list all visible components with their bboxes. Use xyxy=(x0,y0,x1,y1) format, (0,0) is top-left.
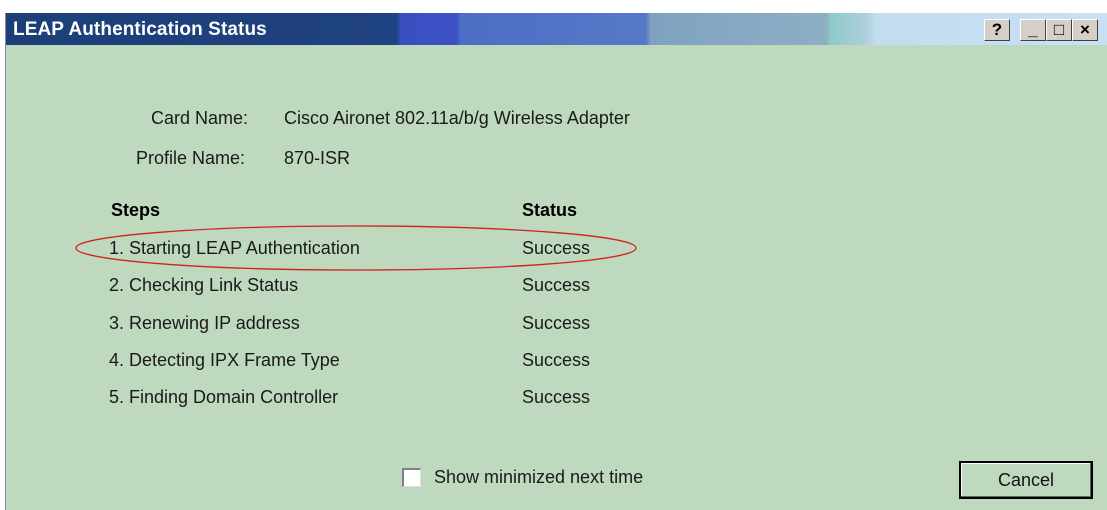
close-button[interactable]: × xyxy=(1072,19,1098,41)
step-label: 4. Detecting IPX Frame Type xyxy=(109,350,340,370)
step-label: 1. Starting LEAP Authentication xyxy=(109,238,360,258)
card-name-label: Card Name: xyxy=(151,108,249,128)
step-label: 5. Finding Domain Controller xyxy=(109,387,339,407)
cancel-button[interactable]: Cancel xyxy=(959,461,1093,499)
profile-name-value: 870-ISR xyxy=(284,148,351,168)
step-status: Success xyxy=(522,275,591,295)
profile-name-label: Profile Name: xyxy=(136,148,246,168)
step-status: Success xyxy=(522,387,591,407)
title-bar[interactable]: LEAP Authentication Status ? _ □ × xyxy=(6,13,1107,45)
minimize-button[interactable]: _ xyxy=(1020,19,1046,41)
maximize-button[interactable]: □ xyxy=(1046,19,1072,41)
steps-header: Steps xyxy=(111,200,161,220)
leap-status-dialog: LEAP Authentication Status ? _ □ × Card … xyxy=(5,13,1107,510)
help-button[interactable]: ? xyxy=(984,19,1010,41)
card-name-value: Cisco Aironet 802.11a/b/g Wireless Adapt… xyxy=(284,108,630,128)
step-label: 3. Renewing IP address xyxy=(109,313,300,333)
step-label: 2. Checking Link Status xyxy=(109,275,299,295)
status-header: Status xyxy=(522,200,578,220)
step-status: Success xyxy=(522,313,591,333)
step-status: Success xyxy=(522,238,591,258)
step-status: Success xyxy=(522,350,591,370)
show-minimized-label[interactable]: Show minimized next time xyxy=(434,467,643,488)
window-title: LEAP Authentication Status xyxy=(13,19,267,40)
show-minimized-checkbox[interactable] xyxy=(402,468,421,487)
